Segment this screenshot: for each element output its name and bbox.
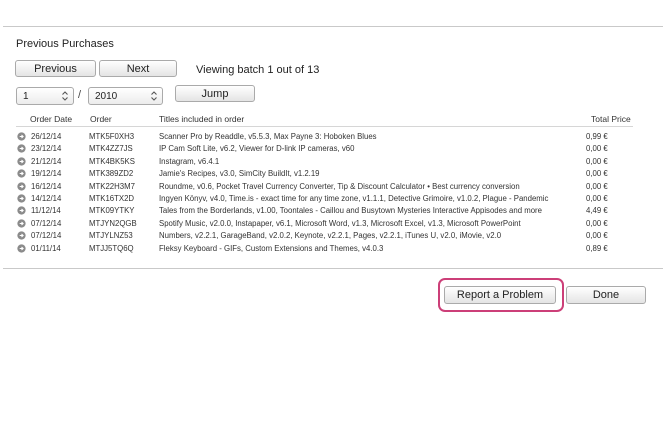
- arrow-right-circle-icon[interactable]: [17, 144, 26, 154]
- order-date-cell: 21/12/14: [31, 156, 62, 166]
- price-cell: 0,99 €: [586, 132, 608, 141]
- arrow-right-circle-icon[interactable]: [17, 169, 26, 178]
- order-id-cell: MTK16TX2D: [89, 193, 135, 203]
- separator: /: [78, 89, 82, 101]
- header-divider: [16, 126, 633, 127]
- order-id-cell: MTK4ZZ7JS: [89, 144, 133, 154]
- titles-cell: Roundme, v0.6, Pocket Travel Currency Co…: [159, 181, 520, 191]
- order-date-cell: 14/12/14: [31, 193, 62, 203]
- titles-cell: Spotify Music, v2.0.0, Instapaper, v6.1,…: [159, 218, 521, 228]
- page-select-value: 1: [23, 90, 29, 102]
- done-button[interactable]: Done: [566, 286, 646, 304]
- year-select-value: 2010: [95, 90, 118, 102]
- table-row[interactable]: 21/12/14 MTK4BK5KS Instagram, v6.4.1 0,00 €: [0, 156, 666, 168]
- order-id-cell: MTK389ZD2: [89, 169, 134, 179]
- titles-cell: Fleksy Keyboard - GIFs, Custom Extension…: [159, 243, 384, 253]
- order-date-cell: 26/12/14: [31, 132, 62, 141]
- order-date-cell: 16/12/14: [31, 181, 62, 191]
- table-row[interactable]: 07/12/14 MTJYLNZ53 Numbers, v2.2.1, Garage…: [0, 230, 666, 242]
- table-row[interactable]: 14/12/14 MTK16TX2D Ingyen Könyv, v4.0, Tim…: [0, 193, 666, 205]
- price-cell: 0,00 €: [586, 193, 608, 203]
- titles-cell: Jamie's Recipes, v3.0, SimCity BuildIt, …: [159, 169, 320, 179]
- price-cell: 0,00 €: [586, 156, 608, 166]
- arrow-right-circle-icon[interactable]: [17, 194, 26, 203]
- titles-cell: IP Cam Soft Lite, v6.2, Viewer for D-lin…: [159, 144, 355, 154]
- arrow-right-circle-icon[interactable]: [17, 157, 26, 166]
- column-header-titles: Titles included in order: [159, 114, 245, 124]
- titles-cell: Scanner Pro by Readdle, v5.5.3, Max Payn…: [159, 132, 377, 141]
- table-row[interactable]: 23/12/14 MTK4ZZ7JS IP Cam Soft Lite, v6.2,…: [0, 143, 666, 155]
- page-select[interactable]: 1: [16, 87, 74, 105]
- next-button[interactable]: Next: [99, 60, 177, 77]
- price-cell: 0,00 €: [586, 169, 608, 179]
- order-date-cell: 11/12/14: [31, 206, 61, 216]
- price-cell: 0,00 €: [586, 231, 608, 241]
- table-row[interactable]: 11/12/14 MTK09YTKY Tales from the Borderla…: [0, 205, 666, 217]
- order-id-cell: MTK22H3M7: [89, 181, 135, 191]
- bottom-divider: [3, 268, 663, 269]
- table-row[interactable]: 01/11/14 MTJJ5TQ6Q Fleksy Keyboard - GIFs,…: [0, 243, 666, 255]
- arrow-right-circle-icon[interactable]: [17, 132, 26, 141]
- price-cell: 0,00 €: [586, 218, 608, 228]
- price-cell: 0,00 €: [586, 181, 608, 191]
- order-date-cell: 07/12/14: [31, 218, 62, 228]
- column-header-order: Order: [90, 114, 112, 124]
- order-id-cell: MTJYN2QGB: [89, 218, 137, 228]
- price-cell: 4,49 €: [586, 206, 608, 216]
- jump-button[interactable]: Jump: [175, 85, 255, 102]
- order-id-cell: MTJJ5TQ6Q: [89, 243, 134, 253]
- previous-button[interactable]: Previous: [15, 60, 96, 77]
- top-divider: [3, 26, 663, 27]
- batch-status: Viewing batch 1 out of 13: [196, 64, 320, 76]
- table-row[interactable]: 16/12/14 MTK22H3M7 Roundme, v0.6, Pocket T…: [0, 181, 666, 193]
- arrow-right-circle-icon[interactable]: [17, 181, 26, 191]
- order-date-cell: 07/12/14: [31, 231, 62, 241]
- titles-cell: Numbers, v2.2.1, GarageBand, v2.0.2, Key…: [159, 231, 502, 241]
- order-id-cell: MTK5F0XH3: [89, 132, 135, 141]
- purchase-list: 26/12/14 MTK5F0XH3 Scanner Pro by Readdle,…: [0, 131, 666, 255]
- titles-cell: Ingyen Könyv, v4.0, Time.is - exact time…: [159, 193, 549, 203]
- titles-cell: Instagram, v6.4.1: [159, 156, 220, 166]
- arrow-right-circle-icon[interactable]: [17, 231, 26, 240]
- order-id-cell: MTK4BK5KS: [89, 156, 135, 166]
- year-select[interactable]: 2010: [88, 87, 163, 105]
- table-row[interactable]: 26/12/14 MTK5F0XH3 Scanner Pro by Readdle,…: [0, 131, 666, 143]
- order-id-cell: MTJYLNZ53: [89, 231, 133, 241]
- arrow-right-circle-icon[interactable]: [17, 243, 26, 253]
- order-id-cell: MTK09YTKY: [89, 206, 135, 216]
- arrow-right-circle-icon[interactable]: [17, 206, 26, 215]
- titles-cell: Tales from the Borderlands, v1.00, Toont…: [159, 206, 542, 216]
- section-title: Previous Purchases: [16, 38, 114, 50]
- price-cell: 0,00 €: [586, 144, 608, 154]
- arrow-right-circle-icon[interactable]: [17, 219, 26, 228]
- order-date-cell: 23/12/14: [31, 144, 62, 154]
- price-cell: 0,89 €: [586, 243, 608, 253]
- updown-chevron-icon: [62, 91, 68, 101]
- order-date-cell: 19/12/14: [31, 169, 62, 179]
- column-header-total-price: Total Price: [591, 114, 631, 124]
- column-header-order-date: Order Date: [30, 114, 73, 124]
- updown-chevron-icon: [151, 91, 157, 101]
- table-row[interactable]: 19/12/14 MTK389ZD2 Jamie's Recipes, v3.0, …: [0, 168, 666, 180]
- report-problem-button[interactable]: Report a Problem: [444, 286, 556, 304]
- order-date-cell: 01/11/14: [31, 243, 61, 253]
- table-row[interactable]: 07/12/14 MTJYN2QGB Spotify Music, v2.0.0, …: [0, 218, 666, 230]
